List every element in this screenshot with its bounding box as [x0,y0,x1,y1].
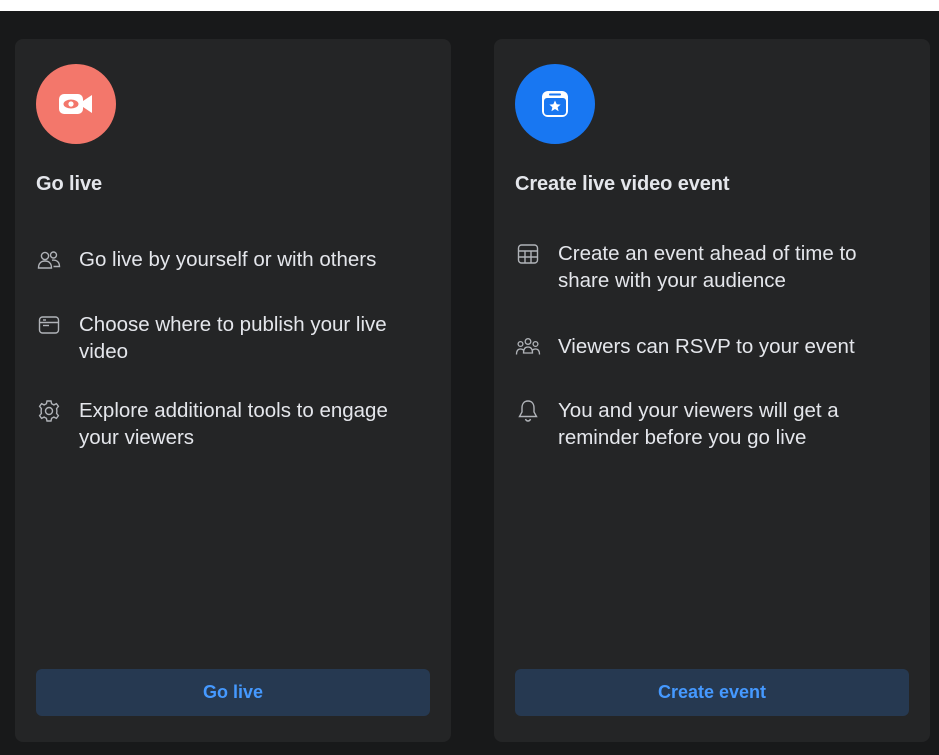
go-live-hero-icon [36,64,116,144]
feature-text: Go live by yourself or with others [79,248,377,271]
people-icon [36,246,62,273]
create-event-title: Create live video event [515,173,730,195]
window-icon [36,311,62,338]
calendar-icon [515,240,541,267]
bell-icon [515,397,541,424]
feature-text: Create an event ahead of time to share w… [558,242,857,292]
create-event-card: Create live video event Create an event … [494,39,930,742]
create-event-button[interactable]: Create event [515,669,909,716]
go-live-title: Go live [36,173,102,195]
video-camera-icon [59,94,92,114]
go-live-button[interactable]: Go live [36,669,430,716]
feature-text: Viewers can RSVP to your event [558,335,855,358]
live-options-panel: Go live Go live by yourself or with othe… [0,11,939,755]
feature-go-live-with-others: Go live by yourself or with others [36,246,433,273]
group-icon [515,333,541,360]
feature-explore-tools: Explore additional tools to engage your … [36,397,433,451]
create-event-hero-icon [515,64,595,144]
feature-reminder: You and your viewers will get a reminder… [515,397,912,451]
feature-text: You and your viewers will get a reminder… [558,399,839,449]
feature-rsvp: Viewers can RSVP to your event [515,333,912,360]
feature-text: Choose where to publish your live video [79,313,387,363]
gear-icon [36,397,62,424]
go-live-card: Go live Go live by yourself or with othe… [15,39,451,742]
calendar-star-icon [542,91,568,117]
feature-create-ahead: Create an event ahead of time to share w… [515,240,912,294]
feature-choose-publish: Choose where to publish your live video [36,311,433,365]
feature-text: Explore additional tools to engage your … [79,399,388,449]
